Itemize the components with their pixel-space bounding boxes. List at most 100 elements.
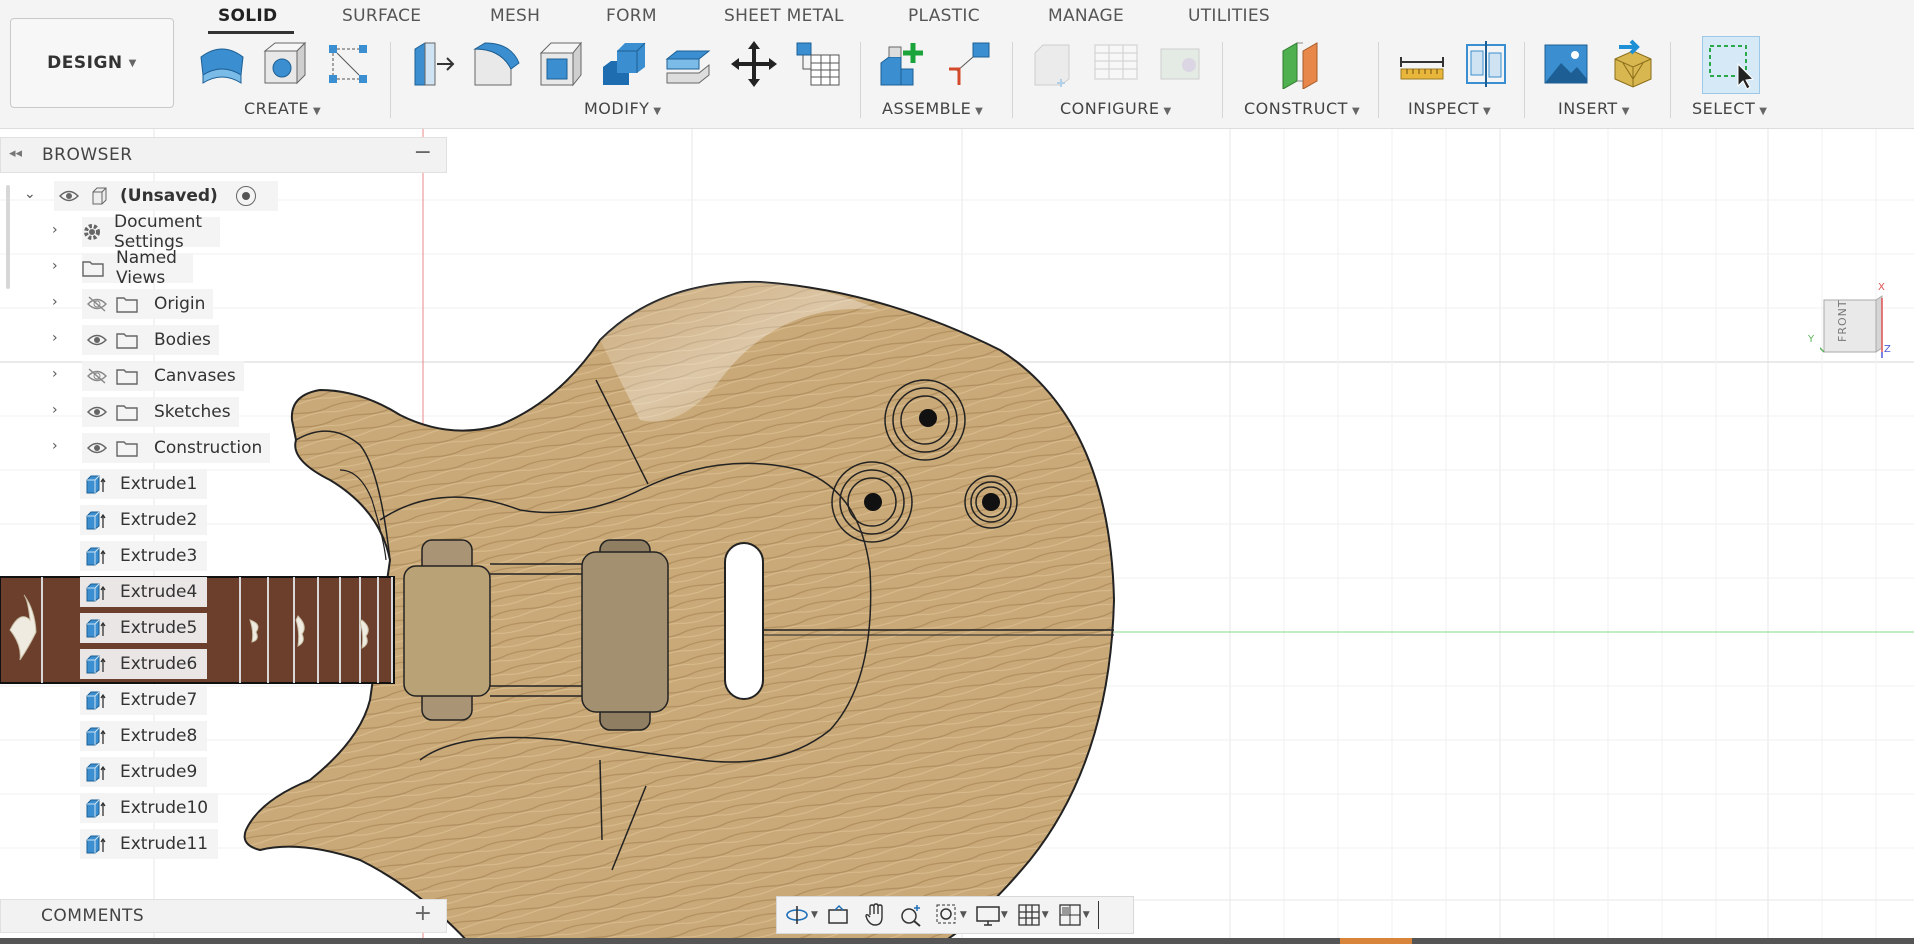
- tab-form[interactable]: FORM: [606, 6, 657, 26]
- extrude-feature-icon: [80, 834, 110, 854]
- tab-manage[interactable]: MANAGE: [1048, 6, 1124, 26]
- feature-label: Extrude3: [120, 546, 198, 566]
- tree-root-row[interactable]: (Unsaved): [54, 181, 278, 211]
- combine-icon[interactable]: [598, 38, 650, 90]
- feature-item-extrude[interactable]: Extrude7: [80, 685, 208, 715]
- tab-solid[interactable]: SOLID: [218, 6, 277, 26]
- configuration-rule-icon[interactable]: [1090, 38, 1142, 90]
- look-at-icon[interactable]: [824, 900, 854, 930]
- chevron-right-icon[interactable]: ›: [52, 258, 58, 274]
- pan-hand-icon[interactable]: [860, 900, 890, 930]
- extrude-feature-icon: [80, 654, 110, 674]
- chevron-right-icon[interactable]: ›: [52, 330, 58, 346]
- move-icon[interactable]: [728, 38, 780, 90]
- canvas-viewport[interactable]: FRONT X Y Z: [0, 129, 1914, 944]
- tab-surface[interactable]: SURFACE: [342, 6, 421, 26]
- active-tab-indicator: [208, 31, 294, 34]
- display-settings-icon[interactable]: [973, 900, 1003, 930]
- feature-item-extrude[interactable]: Extrude1: [80, 469, 208, 499]
- press-pull-icon[interactable]: [406, 38, 458, 90]
- toolbar-divider: [390, 42, 391, 118]
- feature-item-extrude[interactable]: Extrude4: [80, 577, 208, 607]
- status-indicator: [1340, 938, 1412, 944]
- comments-panel[interactable]: COMMENTS +: [0, 899, 447, 933]
- viewcube[interactable]: FRONT X Y Z: [1808, 282, 1891, 358]
- select-tool-icon[interactable]: [1702, 36, 1760, 94]
- group-modify[interactable]: MODIFY ▼: [584, 99, 662, 118]
- feature-item-extrude[interactable]: Extrude2: [80, 505, 208, 535]
- tab-utilities[interactable]: UTILITIES: [1188, 6, 1270, 26]
- tab-plastic[interactable]: PLASTIC: [908, 6, 980, 26]
- group-insert[interactable]: INSERT ▼: [1558, 99, 1630, 118]
- eye-icon[interactable]: [82, 333, 112, 347]
- chevron-right-icon[interactable]: ›: [52, 402, 58, 418]
- gear-icon: [82, 222, 102, 242]
- eye-icon[interactable]: [54, 189, 84, 203]
- feature-item-extrude[interactable]: Extrude5: [80, 613, 208, 643]
- offset-plane-icon[interactable]: [1276, 38, 1328, 90]
- group-modify-label: MODIFY: [584, 99, 650, 118]
- chevron-right-icon[interactable]: ›: [52, 438, 58, 454]
- configuration-theme-icon[interactable]: [1154, 38, 1206, 90]
- orbit-icon[interactable]: [783, 900, 813, 930]
- feature-item-extrude[interactable]: Extrude8: [80, 721, 208, 751]
- extrude-feature-icon: [80, 762, 110, 782]
- create-form-icon[interactable]: [196, 38, 248, 90]
- group-configure[interactable]: CONFIGURE ▼: [1060, 99, 1172, 118]
- browser-title: BROWSER: [42, 145, 133, 165]
- shell-icon[interactable]: [534, 38, 586, 90]
- joint-icon[interactable]: [942, 38, 994, 90]
- feature-item-extrude[interactable]: Extrude6: [80, 649, 208, 679]
- browser-header: ◂◂ BROWSER −: [0, 137, 447, 173]
- group-create[interactable]: CREATE ▼: [244, 99, 321, 118]
- viewports-icon[interactable]: [1055, 900, 1085, 930]
- fillet-icon[interactable]: [470, 38, 522, 90]
- add-comment-icon[interactable]: +: [414, 901, 432, 926]
- toolbar-divider: [1378, 42, 1379, 118]
- toolbar-divider: [1670, 42, 1671, 118]
- eye-icon[interactable]: [82, 441, 112, 455]
- measure-icon[interactable]: [1396, 38, 1448, 90]
- collapse-panel-icon[interactable]: ◂◂: [9, 146, 22, 161]
- workspace-switcher[interactable]: DESIGN ▼: [10, 18, 174, 108]
- group-configure-label: CONFIGURE: [1060, 99, 1160, 118]
- minimize-icon[interactable]: −: [414, 140, 432, 165]
- feature-item-extrude[interactable]: Extrude10: [80, 793, 219, 823]
- eye-hidden-icon[interactable]: [82, 296, 112, 312]
- eye-icon[interactable]: [82, 405, 112, 419]
- feature-item-extrude[interactable]: Extrude3: [80, 541, 208, 571]
- model-canvas[interactable]: [0, 129, 1914, 944]
- tab-mesh[interactable]: MESH: [490, 6, 540, 26]
- new-component-icon[interactable]: [876, 38, 928, 90]
- chevron-right-icon[interactable]: ›: [52, 366, 58, 382]
- group-inspect[interactable]: INSPECT ▼: [1408, 99, 1491, 118]
- scrollbar[interactable]: [6, 185, 10, 289]
- section-analysis-icon[interactable]: [1460, 38, 1512, 90]
- tab-sheet-metal[interactable]: SHEET METAL: [724, 6, 844, 26]
- canvas-image-icon[interactable]: [1540, 38, 1592, 90]
- replace-face-icon[interactable]: [662, 38, 714, 90]
- group-insert-label: INSERT: [1558, 99, 1618, 118]
- grid-settings-icon[interactable]: [1014, 900, 1044, 930]
- group-select[interactable]: SELECT ▼: [1692, 99, 1767, 118]
- tree-item-label: Construction: [154, 438, 263, 458]
- feature-item-extrude[interactable]: Extrude11: [80, 829, 219, 859]
- chevron-right-icon[interactable]: ›: [52, 294, 58, 310]
- chevron-down-icon: ▼: [1621, 106, 1630, 117]
- configure-table-icon[interactable]: [1028, 38, 1080, 90]
- zoom-icon[interactable]: [896, 900, 926, 930]
- change-parameters-icon[interactable]: [792, 38, 844, 90]
- feature-label: Extrude4: [120, 582, 198, 602]
- eye-hidden-icon[interactable]: [82, 368, 112, 384]
- chevron-right-icon[interactable]: ›: [52, 222, 58, 238]
- chevron-down-icon: ▼: [1351, 106, 1361, 117]
- fit-icon[interactable]: [932, 900, 962, 930]
- group-construct[interactable]: CONSTRUCT ▼: [1244, 99, 1360, 118]
- activate-radio-icon[interactable]: [235, 186, 256, 206]
- pattern-icon[interactable]: [322, 38, 374, 90]
- group-assemble[interactable]: ASSEMBLE ▼: [882, 99, 983, 118]
- feature-item-extrude[interactable]: Extrude9: [80, 757, 208, 787]
- chevron-down-icon[interactable]: ⌄: [24, 186, 36, 202]
- insert-mesh-icon[interactable]: [1606, 38, 1658, 90]
- extrude-icon[interactable]: [258, 38, 310, 90]
